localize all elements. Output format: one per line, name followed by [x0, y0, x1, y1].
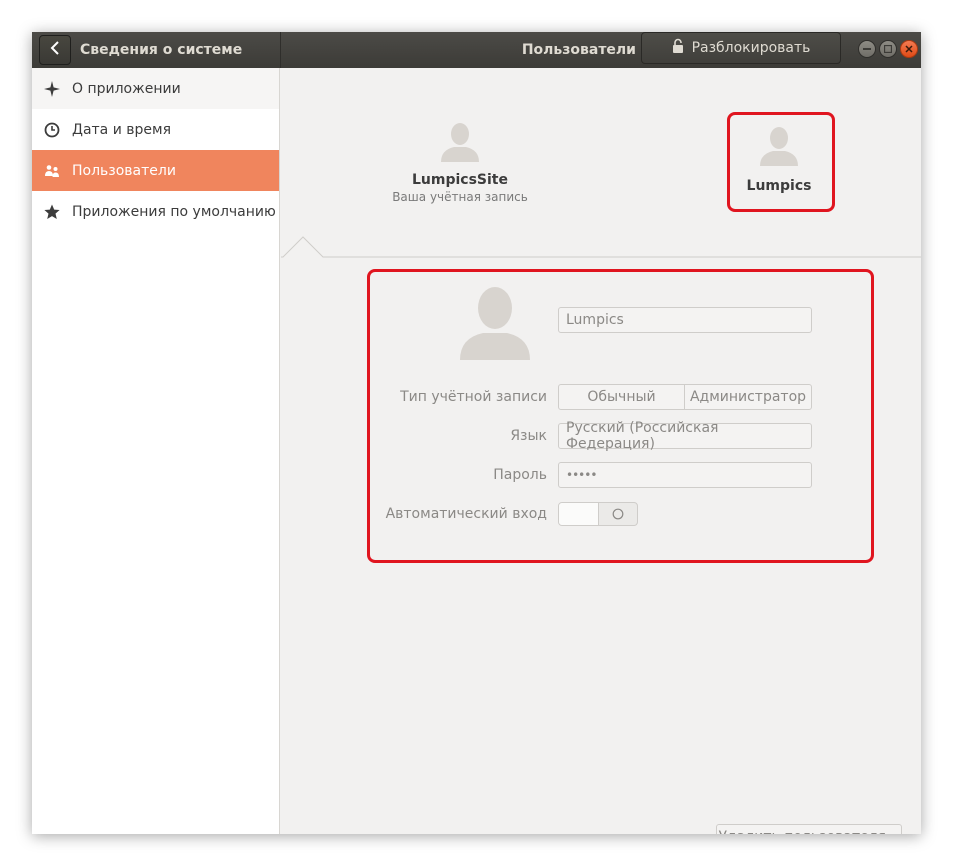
sidebar: О приложении Дата и время Пользователи П…: [32, 68, 280, 834]
switch-off-indicator: [599, 503, 637, 525]
account-type-selector: Обычный Администратор: [558, 384, 812, 410]
minimize-button[interactable]: [858, 40, 876, 58]
avatar-icon: [440, 122, 480, 166]
sidebar-item-label: Приложения по умолчанию: [72, 203, 276, 220]
window-controls: [858, 40, 918, 58]
maximize-button[interactable]: [879, 40, 897, 58]
back-button[interactable]: [39, 35, 71, 65]
selected-user-highlight: [727, 112, 835, 212]
large-avatar-icon[interactable]: [458, 286, 532, 360]
language-label: Язык: [510, 428, 547, 444]
chevron-left-icon: [50, 41, 60, 59]
password-field[interactable]: •••••: [558, 462, 812, 488]
language-field[interactable]: Русский (Российская Федерация): [558, 420, 812, 452]
account-type-standard[interactable]: Обычный: [559, 385, 685, 409]
account-type-label: Тип учётной записи: [400, 389, 547, 405]
user-subtitle: Ваша учётная запись: [392, 190, 528, 204]
titlebar-divider: [280, 32, 281, 68]
language-value: Русский (Российская Федерация): [566, 420, 719, 452]
users-panel: LumpicsSite Ваша учётная запись Lumpics: [281, 68, 921, 834]
sidebar-item-label: Пользователи: [72, 162, 176, 179]
unlock-button[interactable]: Разблокировать: [641, 32, 841, 64]
close-icon: [905, 44, 913, 55]
minimize-icon: [863, 44, 871, 55]
lock-icon: [672, 38, 684, 58]
sidebar-item-default-apps[interactable]: Приложения по умолчанию: [32, 191, 279, 232]
unlock-label: Разблокировать: [691, 40, 811, 56]
user-card-lumpicssite[interactable]: LumpicsSite Ваша учётная запись: [389, 122, 531, 204]
autologin-switch[interactable]: [558, 502, 638, 526]
titlebar: Сведения о системе Пользователи Разблоки…: [32, 32, 921, 68]
username-field[interactable]: Lumpics: [558, 307, 812, 333]
user-name: LumpicsSite: [412, 172, 508, 188]
users-icon: [44, 163, 60, 179]
switch-knob: [559, 503, 599, 525]
star-icon: [44, 204, 60, 220]
close-button[interactable]: [900, 40, 918, 58]
user-strip-separator: [281, 236, 921, 258]
sidebar-item-datetime[interactable]: Дата и время: [32, 109, 279, 150]
sidebar-item-about[interactable]: О приложении: [32, 68, 279, 109]
sidebar-item-label: О приложении: [72, 80, 181, 97]
account-type-admin[interactable]: Администратор: [685, 385, 811, 409]
sidebar-item-users[interactable]: Пользователи: [32, 150, 279, 191]
clock-icon: [44, 122, 60, 138]
password-label: Пароль: [493, 467, 547, 483]
section-title: Сведения о системе: [80, 42, 243, 58]
sparkle-icon: [44, 80, 60, 97]
username-value: Lumpics: [566, 312, 624, 328]
autologin-label: Автоматический вход: [385, 506, 547, 522]
settings-window: Сведения о системе Пользователи Разблоки…: [32, 32, 921, 834]
password-value: •••••: [566, 468, 597, 482]
sidebar-item-label: Дата и время: [72, 121, 171, 138]
delete-user-button[interactable]: Удалить пользователя...: [716, 824, 902, 834]
panel-title: Пользователи: [521, 42, 636, 58]
maximize-icon: [883, 44, 893, 55]
